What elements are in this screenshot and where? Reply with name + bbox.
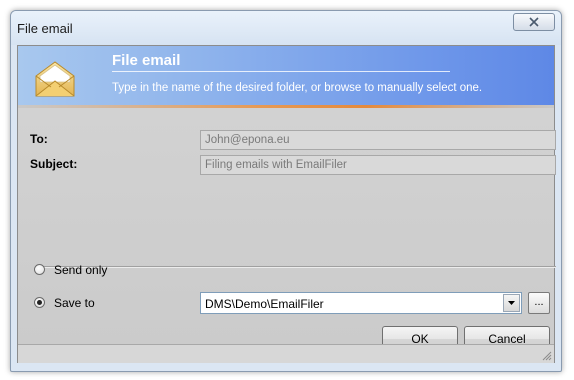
envelope-icon: [35, 61, 75, 97]
send-only-label: Send only: [54, 263, 108, 277]
chevron-down-icon: [508, 301, 515, 305]
banner-title: File email: [112, 52, 181, 69]
radio-selected-dot: [37, 300, 42, 305]
banner-underline: [112, 71, 450, 72]
browse-button[interactable]: ...: [528, 292, 550, 314]
status-bar: [18, 344, 554, 363]
to-label: To:: [30, 132, 48, 146]
subject-field: Filing emails with EmailFiler: [200, 155, 556, 175]
save-to-radio[interactable]: Save to: [34, 295, 154, 311]
save-to-folder-combobox[interactable]: DMS\Demo\EmailFiler: [200, 292, 522, 314]
file-email-dialog: File email File email Type in the name o…: [10, 10, 562, 372]
window-title: File email: [17, 21, 73, 36]
save-to-label: Save to: [54, 296, 95, 310]
combobox-dropdown-button[interactable]: [503, 294, 520, 312]
save-to-radio-button[interactable]: [34, 297, 45, 308]
resize-grip-icon[interactable]: [540, 349, 552, 361]
close-button[interactable]: [513, 13, 555, 31]
close-icon: [529, 17, 539, 27]
banner-subtitle: Type in the name of the desired folder, …: [112, 82, 483, 94]
header-banner: File email Type in the name of the desir…: [18, 46, 554, 108]
dialog-client-area: File email Type in the name of the desir…: [17, 45, 556, 363]
send-only-radio-button[interactable]: [34, 264, 45, 275]
send-only-radio[interactable]: Send only: [34, 262, 154, 278]
title-bar[interactable]: File email: [11, 11, 561, 45]
to-field: John@epona.eu: [200, 130, 556, 150]
save-to-folder-value: DMS\Demo\EmailFiler: [205, 297, 324, 311]
subject-label: Subject:: [30, 157, 78, 171]
